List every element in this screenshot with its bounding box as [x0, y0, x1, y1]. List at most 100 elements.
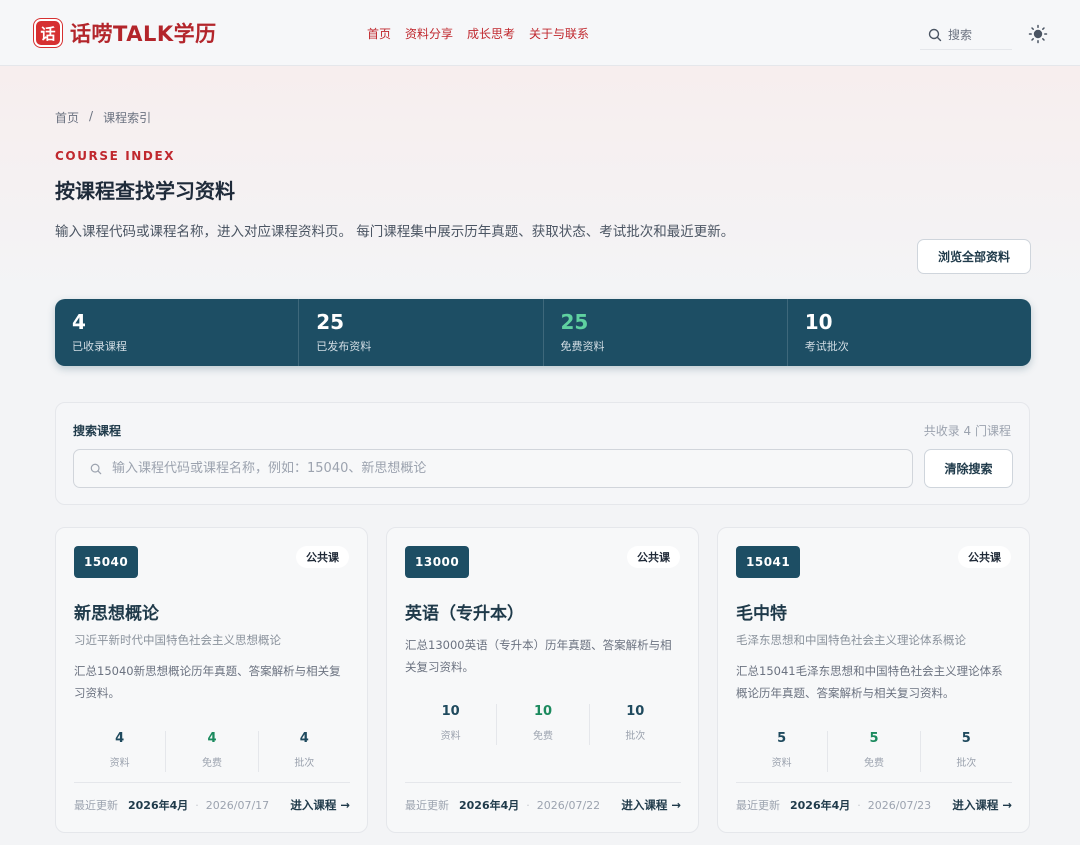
course-stat-label: 免费 [201, 758, 222, 769]
course-stat-value: 5 [869, 731, 879, 746]
top-navbar: 话 话唠TALK学历 首页 资料分享 成长思考 关于与联系 搜索 [0, 0, 1080, 66]
course-stat-batches: 5 批次 [921, 731, 1012, 772]
updated-label: 最近更新 [74, 799, 118, 812]
course-card-footer: 最近更新 2026年4月 · 2026/07/17 进入课程 → [74, 782, 350, 827]
enter-course-link[interactable]: 进入课程 → [290, 797, 350, 813]
stats-bar: 4 已收录课程 25 已发布资料 25 免费资料 10 考试批次 [55, 299, 1031, 366]
breadcrumb-home[interactable]: 首页 [55, 109, 79, 126]
course-code-badge: 13000 [405, 546, 470, 578]
stat-label: 考试批次 [804, 340, 849, 353]
course-stat-batches: 10 批次 [590, 704, 681, 745]
header-search[interactable]: 搜索 [920, 20, 1012, 50]
course-stat-label: 批次 [294, 758, 315, 769]
course-stat-free: 10 免费 [497, 704, 590, 745]
stat-batches: 10 考试批次 [788, 299, 1031, 366]
section-eyebrow: COURSE INDEX [55, 149, 176, 163]
course-category-badge: 公共课 [627, 546, 680, 568]
updated-date: 2026/07/22 [536, 798, 601, 812]
course-stat-value: 10 [626, 704, 645, 719]
course-stat-free: 4 免费 [166, 731, 259, 772]
course-description: 汇总15040新思想概论历年真题、答案解析与相关复习资料。 [74, 664, 341, 700]
course-stat-free: 5 免费 [828, 731, 921, 772]
course-stat-value: 4 [207, 731, 217, 746]
nav-item-growth[interactable]: 成长思考 [467, 25, 515, 42]
course-count: 共收录 4 门课程 [923, 424, 1011, 438]
logo-icon: 话 [34, 19, 62, 47]
search-icon [928, 28, 942, 41]
page-title: 按课程查找学习资料 [55, 179, 235, 203]
course-category-badge: 公共课 [958, 546, 1011, 568]
clear-search-button[interactable]: 清除搜索 [924, 449, 1013, 488]
course-card-footer: 最近更新 2026年4月 · 2026/07/22 进入课程 → [405, 782, 681, 827]
course-stat-batches: 4 批次 [259, 731, 350, 772]
stat-value: 10 [804, 310, 833, 334]
updated-label: 最近更新 [405, 799, 449, 812]
nav-item-resources[interactable]: 资料分享 [405, 25, 453, 42]
stat-label: 已发布资料 [316, 340, 372, 353]
footer-separator: · [857, 798, 861, 812]
header-search-label: 搜索 [948, 28, 973, 42]
stat-label: 已收录课程 [72, 340, 127, 353]
stat-value: 25 [316, 310, 345, 334]
stat-label: 免费资料 [560, 340, 605, 353]
search-icon [90, 463, 102, 474]
stat-value: 4 [72, 310, 86, 334]
main-nav: 首页 资料分享 成长思考 关于与联系 [367, 25, 589, 42]
stat-courses: 4 已收录课程 [55, 299, 300, 366]
stat-published: 25 已发布资料 [299, 299, 544, 366]
enter-course-link[interactable]: 进入课程 → [621, 797, 681, 813]
course-stat-value: 5 [777, 731, 787, 746]
course-search-panel: 搜索课程 共收录 4 门课程 清除搜索 [55, 402, 1030, 505]
course-title[interactable]: 英语（专升本） [405, 599, 524, 624]
stat-free: 25 免费资料 [544, 299, 788, 366]
search-panel-title: 搜索课程 [73, 424, 122, 438]
updated-month: 2026年4月 [790, 799, 851, 812]
course-stat-label: 资料 [440, 731, 461, 742]
footer-separator: · [526, 798, 530, 812]
course-code-badge: 15041 [736, 546, 801, 578]
browse-all-button[interactable]: 浏览全部资料 [917, 239, 1031, 274]
course-search-field[interactable] [73, 449, 913, 488]
course-stats: 10 资料 10 免费 10 批次 [405, 704, 681, 745]
course-description: 汇总15041毛泽东思想和中国特色社会主义理论体系概论历年真题、答案解析与相关复… [736, 664, 1003, 700]
course-stat-value: 4 [299, 731, 309, 746]
course-stat-value: 10 [441, 704, 460, 719]
page-lead: 输入课程代码或课程名称，进入对应课程资料页。 每门课程集中展示历年真题、获取状态… [55, 224, 735, 240]
course-title[interactable]: 新思想概论 [74, 599, 159, 624]
updated-label: 最近更新 [736, 799, 780, 812]
course-card-footer: 最近更新 2026年4月 · 2026/07/23 进入课程 → [736, 782, 1012, 827]
course-stat-value: 5 [961, 731, 971, 746]
course-search-input[interactable] [112, 461, 872, 476]
course-category-badge: 公共课 [296, 546, 349, 568]
course-stat-label: 免费 [863, 758, 884, 769]
nav-item-home[interactable]: 首页 [367, 25, 391, 42]
course-code-badge: 15040 [74, 546, 139, 578]
course-subtitle: 毛泽东思想和中国特色社会主义理论体系概论 [736, 633, 966, 647]
course-stat-label: 批次 [625, 731, 646, 742]
course-card[interactable]: 15041 公共课 毛中特 毛泽东思想和中国特色社会主义理论体系概论 汇总150… [717, 527, 1030, 833]
course-stat-value: 4 [115, 731, 125, 746]
course-title[interactable]: 毛中特 [736, 599, 787, 624]
breadcrumb-current: 课程索引 [103, 111, 152, 125]
course-stat-resources: 4 资料 [74, 731, 167, 772]
updated-date: 2026/07/17 [205, 798, 270, 812]
logo-text: 话唠TALK学历 [70, 22, 217, 46]
enter-course-link[interactable]: 进入课程 → [952, 797, 1012, 813]
course-stat-label: 资料 [109, 758, 130, 769]
course-card[interactable]: 15040 公共课 新思想概论 习近平新时代中国特色社会主义思想概论 汇总150… [55, 527, 368, 833]
breadcrumb-separator: / [89, 109, 94, 123]
breadcrumb: 首页 / 课程索引 [55, 109, 151, 126]
updated-month: 2026年4月 [128, 799, 189, 812]
course-stats: 4 资料 4 免费 4 批次 [74, 731, 350, 772]
nav-item-about[interactable]: 关于与联系 [529, 25, 589, 42]
stat-value: 25 [560, 310, 589, 334]
updated-date: 2026/07/23 [867, 798, 932, 812]
course-stat-label: 批次 [956, 758, 977, 769]
course-description: 汇总13000英语（专升本）历年真题、答案解析与相关复习资料。 [405, 638, 672, 674]
theme-toggle-sun-icon[interactable] [1027, 24, 1049, 44]
course-subtitle: 习近平新时代中国特色社会主义思想概论 [74, 633, 281, 647]
course-stats: 5 资料 5 免费 5 批次 [736, 731, 1012, 772]
site-logo[interactable]: 话 话唠TALK学历 [34, 18, 217, 48]
course-stat-label: 免费 [532, 731, 553, 742]
course-card[interactable]: 13000 公共课 英语（专升本） 汇总13000英语（专升本）历年真题、答案解… [386, 527, 699, 833]
